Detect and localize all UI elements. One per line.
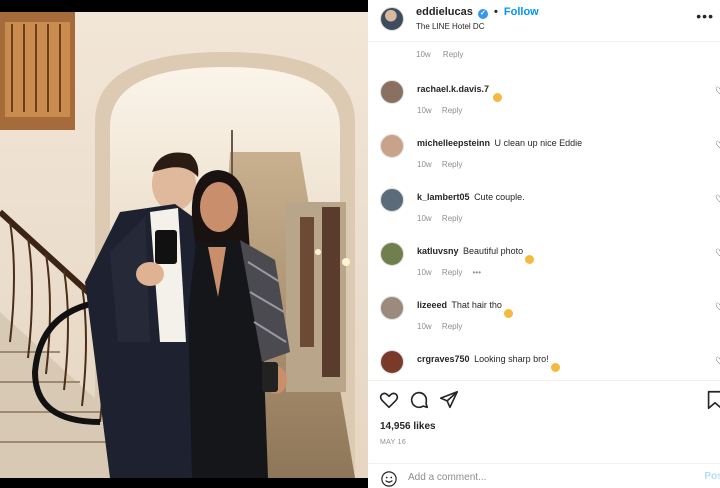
comment-time: 10w (417, 214, 432, 223)
commenter-username[interactable]: katluvsny (417, 246, 459, 256)
comment-text: rachael.k.davis.7 e (417, 84, 503, 102)
comment-like-heart-icon[interactable]: ♡ (715, 140, 720, 151)
commenter-avatar[interactable] (380, 134, 404, 158)
author-avatar[interactable] (380, 7, 404, 31)
comment-item: k_lambert05 Cute couple. 10w Reply ♡ (368, 188, 720, 242)
author-line: eddielucas ✓ • Follow (416, 6, 539, 19)
post-actions: 14,956 likes MAY 16 Post (368, 380, 720, 488)
comment-time: 10w (417, 106, 432, 115)
add-comment-input[interactable] (408, 469, 688, 485)
commenter-avatar[interactable] (380, 188, 404, 212)
reply-button[interactable]: Reply (442, 106, 462, 115)
comment-meta: 10w Reply (417, 214, 470, 223)
emoji-icon: e (525, 255, 535, 264)
post-comment-button[interactable]: Post (704, 471, 720, 482)
comment-time: 10w (417, 160, 432, 169)
emoji-icon: e (503, 309, 513, 318)
add-comment-bar: Post (368, 463, 720, 488)
comment-meta: 10w Reply ••• (417, 268, 489, 277)
reply-button[interactable]: Reply (442, 160, 462, 169)
comments-list[interactable]: 10w Reply rachael.k.davis.7 e 10w Reply ♡… (368, 42, 720, 380)
comment-item: crgraves750 Looking sharp bro!e ♡ (368, 350, 720, 380)
commenter-username[interactable]: michelleepsteinn (417, 138, 490, 148)
comment-meta: 10w Reply (417, 322, 470, 331)
comment-more-options-icon[interactable]: ••• (473, 268, 481, 277)
reply-button[interactable]: Reply (443, 50, 463, 59)
comment-like-heart-icon[interactable]: ♡ (715, 194, 720, 205)
share-icon[interactable] (438, 389, 460, 411)
comment-time: 10w (417, 268, 432, 277)
comment-meta: 10w Reply (416, 50, 463, 59)
author-username[interactable]: eddielucas (416, 6, 473, 18)
commenter-username[interactable]: crgraves750 (417, 354, 470, 364)
comment-item: rachael.k.davis.7 e 10w Reply ♡ (368, 80, 720, 134)
post-details-panel: eddielucas ✓ • Follow The LINE Hotel DC … (368, 0, 720, 488)
comment-like-heart-icon[interactable]: ♡ (715, 86, 720, 97)
comment-meta: 10w Reply (417, 106, 470, 115)
comment-like-heart-icon[interactable]: ♡ (715, 302, 720, 313)
smile-icon[interactable] (380, 470, 398, 488)
more-options-icon[interactable]: ••• (696, 8, 714, 24)
comment-item: lizeeed That hair thoe 10w Reply ♡ (368, 296, 720, 350)
comment-item: katluvsny Beautiful photoe 10w Reply •••… (368, 242, 720, 296)
emoji-icon: e (493, 93, 503, 102)
commenter-avatar[interactable] (380, 242, 404, 266)
reply-button[interactable]: Reply (442, 322, 462, 331)
comment-like-heart-icon[interactable]: ♡ (715, 248, 720, 259)
comment-text: lizeeed That hair thoe (417, 300, 513, 318)
reply-button[interactable]: Reply (442, 214, 462, 223)
commenter-avatar[interactable] (380, 296, 404, 320)
post-location[interactable]: The LINE Hotel DC (416, 22, 484, 31)
comment-time: 10w (416, 50, 431, 59)
comment-like-heart-icon[interactable]: ♡ (715, 356, 720, 367)
post-photo (0, 12, 368, 478)
bookmark-icon[interactable] (704, 389, 720, 411)
comment-meta: 10w Reply (417, 160, 470, 169)
commenter-avatar[interactable] (380, 80, 404, 104)
commenter-username[interactable]: lizeeed (417, 300, 447, 310)
post-header: eddielucas ✓ • Follow The LINE Hotel DC … (368, 0, 720, 42)
comment-text: k_lambert05 Cute couple. (417, 192, 525, 202)
likes-count[interactable]: 14,956 likes (380, 421, 436, 432)
comment-text: michelleepsteinn U clean up nice Eddie (417, 138, 583, 148)
reply-button[interactable]: Reply (442, 268, 462, 277)
comment-time: 10w (417, 322, 432, 331)
heart-icon[interactable] (378, 389, 400, 411)
comment-text: katluvsny Beautiful photoe (417, 246, 535, 264)
follow-button[interactable]: Follow (504, 6, 539, 18)
verified-badge-icon: ✓ (477, 9, 488, 19)
commenter-username[interactable]: rachael.k.davis.7 (417, 84, 489, 94)
emoji-icon: e (550, 363, 560, 372)
separator-dot: • (493, 6, 498, 18)
comment-text: crgraves750 Looking sharp bro!e (417, 354, 560, 372)
comment-icon[interactable] (408, 389, 430, 411)
comment-item: michelleepsteinn U clean up nice Eddie 1… (368, 134, 720, 188)
commenter-username[interactable]: k_lambert05 (417, 192, 470, 202)
commenter-avatar[interactable] (380, 350, 404, 374)
post-date: MAY 16 (380, 439, 407, 446)
